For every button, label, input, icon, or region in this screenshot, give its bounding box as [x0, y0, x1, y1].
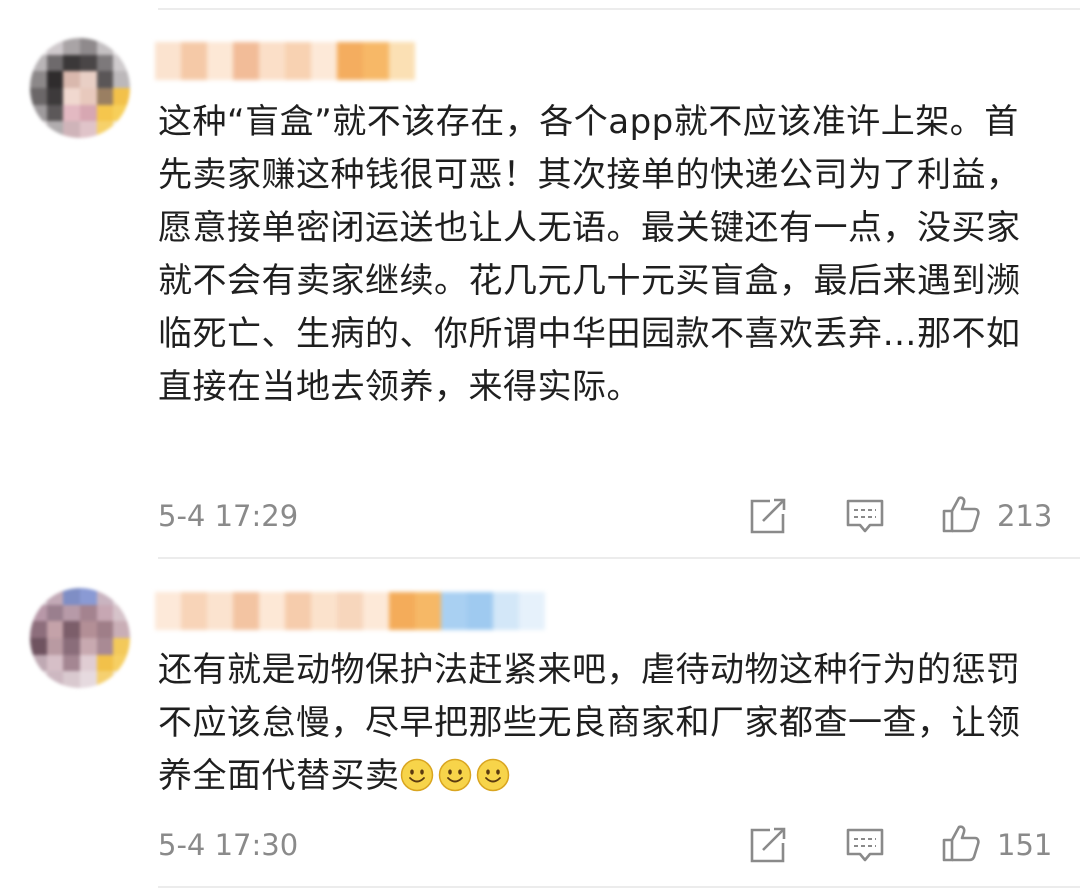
comment-timestamp: 5-4 17:30: [158, 828, 299, 862]
username[interactable]: [155, 592, 545, 630]
top-divider: [158, 8, 1080, 10]
bottom-divider: [158, 886, 1080, 888]
comment-icon[interactable]: [845, 496, 885, 536]
username[interactable]: [155, 42, 415, 80]
comment-timestamp: 5-4 17:29: [158, 499, 299, 533]
comment-text: 还有就是动物保护法赶紧来吧，虐待动物这种行为的惩罚不应该怠慢，尽早把那些无良商家…: [158, 644, 1038, 803]
like-count: 151: [997, 828, 1053, 862]
comment-text: 这种“盲盒”就不该存在，各个app就不应该准许上架。首先卖家赚这种钱很可恶！其次…: [158, 102, 1021, 407]
share-icon[interactable]: [748, 496, 788, 536]
comment-list: 这种“盲盒”就不该存在，各个app就不应该准许上架。首先卖家赚这种钱很可恶！其次…: [0, 0, 1080, 891]
comment-divider: [158, 557, 1080, 559]
smile-emoji-icon: [400, 758, 433, 792]
like-count: 213: [997, 499, 1053, 533]
comment-text-body: 还有就是动物保护法赶紧来吧，虐待动物这种行为的惩罚不应该怠慢，尽早把那些无良商家…: [158, 650, 1021, 796]
thumbs-up-icon[interactable]: [941, 494, 981, 534]
avatar[interactable]: [30, 588, 130, 688]
comment-icon[interactable]: [845, 825, 885, 865]
smile-emoji-icon: [476, 758, 509, 792]
share-icon[interactable]: [748, 825, 788, 865]
thumbs-up-icon[interactable]: [941, 823, 981, 863]
smile-emoji-icon: [438, 758, 471, 792]
avatar[interactable]: [30, 38, 130, 138]
